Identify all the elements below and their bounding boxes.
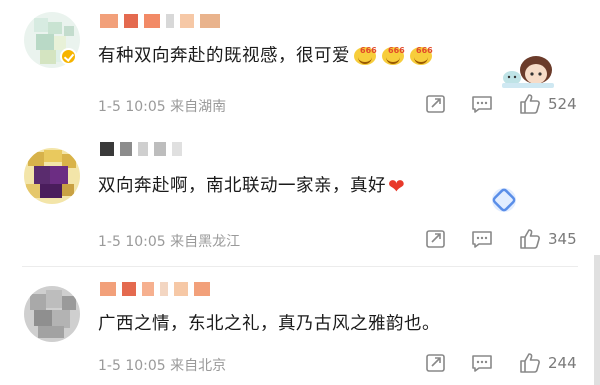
comment-icon[interactable] xyxy=(471,352,493,374)
like-count: 244 xyxy=(548,354,577,372)
comment-item: 有种双向奔赴的既视感，很可爱 666 666 666 1-5 10:05 来自湖南 5… xyxy=(0,0,600,128)
comment-actions: 345 xyxy=(0,228,600,252)
comment-icon[interactable] xyxy=(471,228,493,250)
username[interactable] xyxy=(100,10,226,28)
username-pixel xyxy=(100,13,118,28)
username[interactable] xyxy=(100,278,216,296)
username-pixel xyxy=(138,141,148,156)
username-pixel xyxy=(100,281,116,296)
comment-actions: 244 xyxy=(0,352,600,376)
username-pixel xyxy=(154,141,166,156)
verified-badge-icon xyxy=(60,48,77,65)
avatar[interactable] xyxy=(24,148,80,204)
like-count: 345 xyxy=(548,230,577,248)
comment-divider xyxy=(22,266,578,267)
thumbs-up-icon[interactable] xyxy=(519,93,541,115)
emoji-666-icon: 666 xyxy=(410,43,434,65)
username-pixel xyxy=(174,281,188,296)
emoji-666-icon: 666 xyxy=(382,43,406,65)
comment-text-body: 双向奔赴啊，南北联动一家亲，真好 xyxy=(98,176,386,196)
like-count: 524 xyxy=(548,95,577,113)
username-pixel xyxy=(142,281,154,296)
username-pixel xyxy=(160,281,168,296)
avatar-image xyxy=(24,286,80,342)
comment-text-body: 广西之情，东北之礼，真乃古风之雅韵也。 xyxy=(98,314,440,334)
avatar[interactable] xyxy=(24,286,80,342)
comment-text-body: 有种双向奔赴的既视感，很可爱 xyxy=(98,46,350,66)
username-pixel xyxy=(120,141,132,156)
thumbs-up-icon[interactable] xyxy=(519,228,541,250)
username-pixel xyxy=(166,13,174,28)
comment-text: 广西之情，东北之礼，真乃古风之雅韵也。 xyxy=(98,312,440,336)
username-pixel xyxy=(200,13,220,28)
share-icon[interactable] xyxy=(425,228,447,250)
username-pixel xyxy=(122,281,136,296)
thumbs-up-icon[interactable] xyxy=(519,352,541,374)
username-pixel xyxy=(100,141,114,156)
scrollbar[interactable] xyxy=(594,255,600,385)
comment-actions: 524 xyxy=(0,93,600,117)
comment-icon[interactable] xyxy=(471,93,493,115)
sticker-decoration-icon xyxy=(492,188,516,212)
heart-emoji-icon: ❤ xyxy=(388,174,406,198)
comment-text: 有种双向奔赴的既视感，很可爱 666 666 666 xyxy=(98,43,434,68)
avatar-image xyxy=(24,148,80,204)
emoji-666-icon: 666 xyxy=(354,43,378,65)
share-icon[interactable] xyxy=(425,93,447,115)
comment-text: 双向奔赴啊，南北联动一家亲，真好 ❤ xyxy=(98,174,405,198)
share-icon[interactable] xyxy=(425,352,447,374)
comment-item: 双向奔赴啊，南北联动一家亲，真好 ❤ 1-5 10:05 来自黑龙江 345 xyxy=(0,128,600,258)
username-pixel xyxy=(144,13,160,28)
sticker-decoration-icon xyxy=(502,56,554,88)
comment-item: 广西之情，东北之礼，真乃古风之雅韵也。 1-5 10:05 来自北京 244 xyxy=(0,268,600,385)
username-pixel xyxy=(194,281,210,296)
username-pixel xyxy=(124,13,138,28)
username-pixel xyxy=(172,141,182,156)
username[interactable] xyxy=(100,138,188,156)
username-pixel xyxy=(180,13,194,28)
